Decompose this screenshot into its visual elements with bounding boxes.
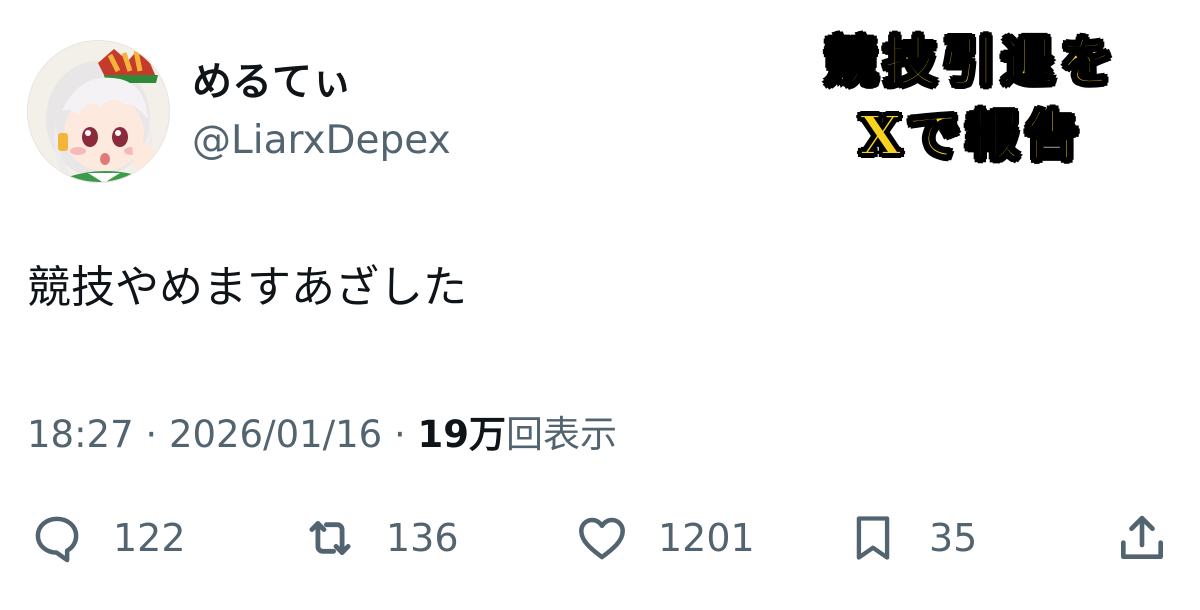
reply-button[interactable]: 122: [27, 508, 186, 568]
repost-arrows-icon: [300, 508, 360, 568]
bookmark-button[interactable]: 35: [843, 508, 977, 568]
repost-button[interactable]: 136: [300, 508, 459, 568]
like-count: 1201: [658, 516, 755, 560]
views-label: 回表示: [506, 413, 617, 456]
avatar[interactable]: [27, 40, 170, 183]
tweet-meta: 18:27 · 2026/01/16 · 19万回表示: [27, 407, 617, 463]
post-time[interactable]: 18:27: [27, 413, 134, 456]
speech-bubble-icon: [27, 508, 87, 568]
post-date[interactable]: 2026/01/16: [169, 413, 382, 456]
caption-line-2: Xで報告: [859, 104, 1085, 168]
tweet-text: 競技やめますあざした: [27, 262, 467, 313]
bookmark-icon: [843, 508, 903, 568]
bookmark-count: 35: [929, 516, 978, 560]
heart-icon: [572, 508, 632, 568]
repost-count: 136: [386, 516, 459, 560]
share-upload-icon: [1112, 508, 1172, 568]
caption-overlay: 競技引退を Xで報告: [798, 27, 1146, 173]
share-button[interactable]: [1112, 508, 1172, 568]
display-name[interactable]: めるてぃ: [192, 58, 352, 106]
user-handle[interactable]: @LiarxDepex: [192, 117, 451, 165]
meta-separator: ·: [382, 413, 418, 456]
reply-count: 122: [113, 516, 186, 560]
views-count[interactable]: 19万: [418, 413, 507, 456]
caption-line-1: 競技引退を: [824, 30, 1120, 94]
avatar-illustration: [28, 41, 169, 182]
meta-separator: ·: [133, 413, 169, 456]
like-button[interactable]: 1201: [572, 508, 755, 568]
